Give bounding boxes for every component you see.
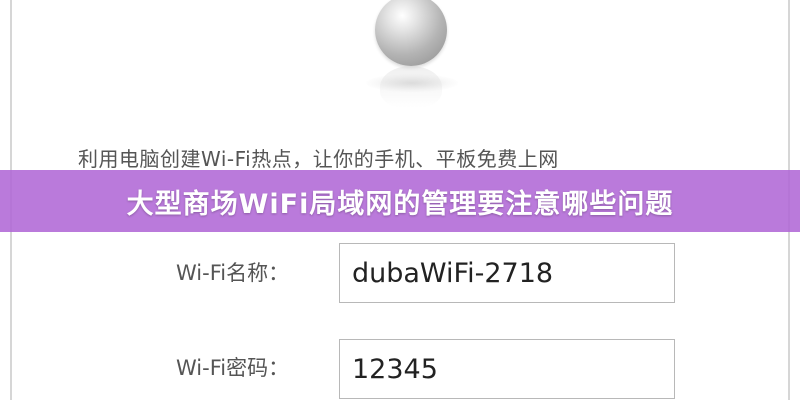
sphere-reflection xyxy=(380,66,442,108)
sphere-logo-icon xyxy=(375,0,447,66)
article-title: 大型商场WiFi局域网的管理要注意哪些问题 xyxy=(126,188,674,220)
screenshot-canvas: 利用电脑创建Wi-Fi热点，让你的手机、平板免费上网 Wi-Fi名称： Wi-F… xyxy=(0,0,800,400)
article-title-banner: 大型商场WiFi局域网的管理要注意哪些问题 xyxy=(0,170,800,232)
wifi-name-label: Wi-Fi名称： xyxy=(176,261,290,285)
wifi-password-label: Wi-Fi密码： xyxy=(176,356,290,380)
wifi-password-input[interactable] xyxy=(339,339,675,399)
hotspot-description: 利用电脑创建Wi-Fi热点，让你的手机、平板免费上网 xyxy=(78,147,559,171)
wifi-name-input[interactable] xyxy=(339,243,675,303)
